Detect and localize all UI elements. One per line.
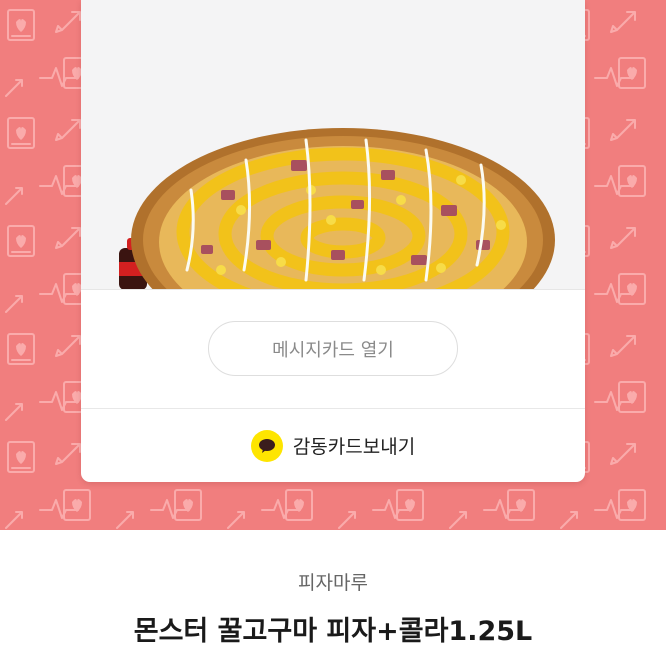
send-card-label: 감동카드보내기	[292, 436, 416, 458]
pizza-illustration	[119, 128, 555, 289]
product-title: 몬스터 꿀고구마 피자+콜라1.25L	[133, 616, 533, 647]
open-message-card-label: 메시지카드 열기	[272, 339, 394, 361]
open-message-card-button[interactable]: 메시지카드 열기	[208, 321, 458, 376]
send-card-button[interactable]: 감동카드보내기	[81, 409, 585, 482]
gift-card: 메시지카드 열기 감동카드보내기	[81, 0, 585, 482]
shop-name: 피자마루	[298, 572, 368, 594]
kakao-talk-icon	[250, 429, 283, 462]
product-image[interactable]	[81, 0, 585, 290]
